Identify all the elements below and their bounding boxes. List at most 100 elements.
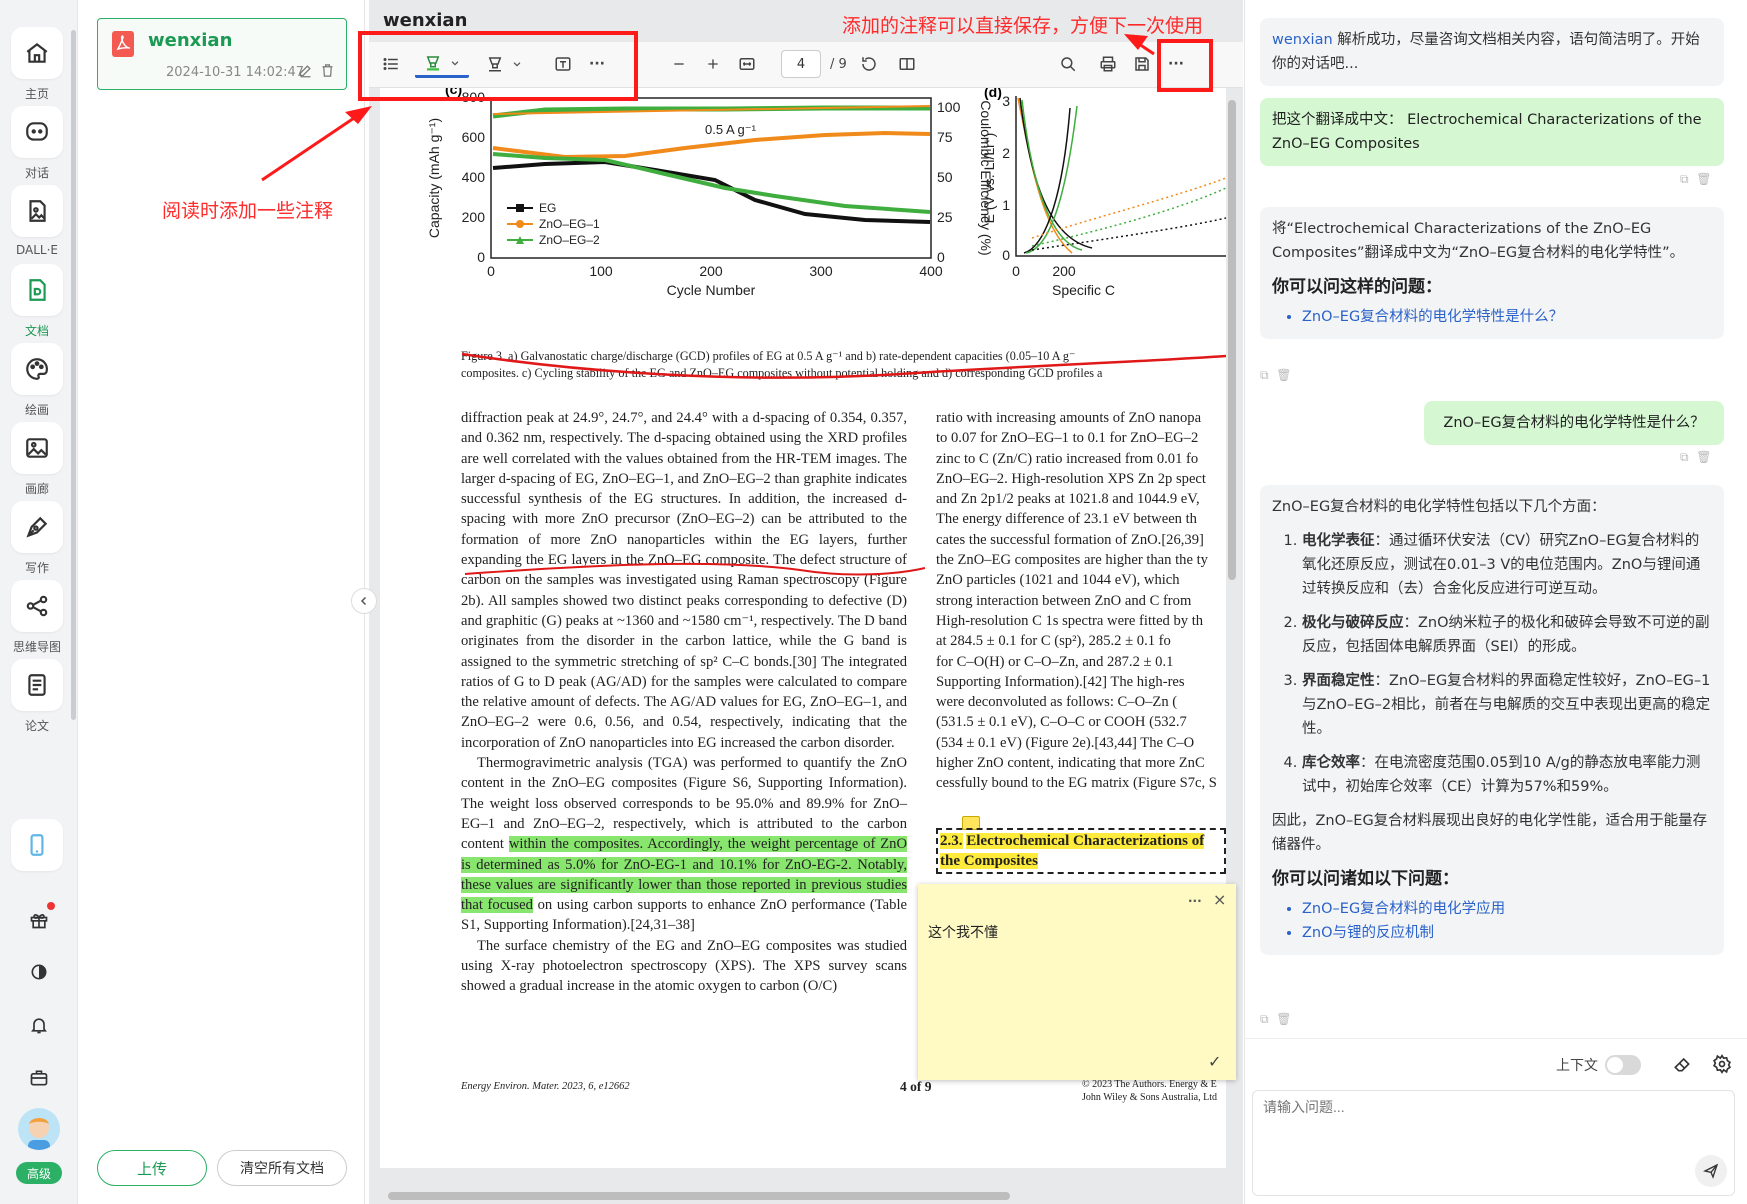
- clear-chat-button[interactable]: [1672, 1054, 1692, 1078]
- mindmap-icon: [11, 580, 63, 632]
- sidebar-item-home[interactable]: 主页: [0, 27, 74, 102]
- collapse-panel-button[interactable]: [351, 588, 377, 614]
- bell-icon[interactable]: [25, 1011, 53, 1039]
- fit-width-button[interactable]: [733, 50, 761, 78]
- minus-icon: [674, 63, 684, 65]
- sidebar-item-dalle[interactable]: DALL·E: [0, 185, 74, 257]
- ai-message: ZnO–EG复合材料的电化学特性包括以下几个方面： 电化学表征：通过循环伏安法（…: [1260, 485, 1724, 955]
- app-sidebar: 主页 对话 DALL·E 文档 绘画 画廊 写作 思维导图 论文 高级: [0, 0, 78, 1204]
- user-message: ZnO–EG复合材料的电化学特性是什么？: [1424, 401, 1724, 445]
- pdf-vertical-scrollbar[interactable]: [1228, 100, 1236, 580]
- settings-button[interactable]: [1712, 1054, 1732, 1078]
- sidebar-item-painting[interactable]: 绘画: [0, 343, 74, 418]
- delete-icon[interactable]: 🗑: [1696, 172, 1711, 186]
- briefcase-icon[interactable]: [25, 1064, 53, 1092]
- divider: [1244, 1038, 1747, 1039]
- document-name: wenxian: [148, 30, 233, 51]
- copy-icon[interactable]: ⧉: [1260, 368, 1269, 382]
- theme-icon[interactable]: [25, 958, 53, 986]
- sidebar-item-label: 主页: [24, 87, 49, 101]
- answer-item: 库仑效率：在电流密度范围0.05到10 A/g的静态放电率能力测试中，初始库仑效…: [1302, 751, 1712, 799]
- gift-icon[interactable]: [25, 902, 55, 934]
- avatar[interactable]: [18, 1108, 60, 1150]
- chat-icon: [11, 106, 63, 158]
- delete-icon[interactable]: 🗑: [1696, 450, 1711, 464]
- suggested-question-link[interactable]: ZnO–EG复合材料的电化学特性是什么？: [1302, 305, 1712, 329]
- sidebar-item-chat[interactable]: 对话: [0, 106, 74, 181]
- answer-item-title: 极化与破碎反应: [1302, 615, 1404, 631]
- chat-input-box: [1252, 1090, 1735, 1196]
- upload-button[interactable]: 上传: [97, 1150, 207, 1186]
- zoom-out-button[interactable]: [665, 50, 693, 78]
- page-number-input[interactable]: 4: [781, 50, 821, 78]
- gallery-icon: [11, 422, 63, 474]
- edit-icon[interactable]: [298, 63, 313, 82]
- freehand-underline-annotation[interactable]: [461, 352, 1226, 379]
- save-hint-annotation: 添加的注释可以直接保存，方便下一次使用: [842, 15, 1204, 37]
- print-button[interactable]: [1094, 50, 1122, 78]
- note-confirm-button[interactable]: ✓: [1208, 1052, 1221, 1071]
- page-layout-button[interactable]: [893, 50, 921, 78]
- save-callout-box: [1157, 39, 1213, 92]
- note-text-field[interactable]: 这个我不懂: [928, 922, 998, 942]
- suggested-question-link[interactable]: ZnO–EG复合材料的电化学应用: [1302, 897, 1712, 921]
- fit-width-icon: [739, 58, 755, 70]
- sidebar-item-label: 思维导图: [12, 640, 61, 654]
- send-button[interactable]: [1695, 1155, 1727, 1187]
- document-card[interactable]: wenxian 2024-10-31 14:02:47: [97, 18, 347, 90]
- answer-item: 界面稳定性：ZnO–EG复合材料的界面稳定性较好，ZnO–EG–1与ZnO–EG…: [1302, 669, 1712, 741]
- sidebar-item-gallery[interactable]: 画廊: [0, 422, 74, 497]
- document-link[interactable]: wenxian: [1272, 32, 1333, 48]
- message-text: 解析成功，尽量咨询文档相关内容，语句简洁明了。开始你的对话吧...: [1272, 32, 1700, 72]
- message-actions: ⧉ 🗑: [1260, 368, 1291, 383]
- message-text: 将“Electrochemical Characterizations of t…: [1272, 221, 1685, 261]
- page-layout-icon: [899, 58, 915, 70]
- rotate-button[interactable]: [855, 50, 883, 78]
- copy-icon[interactable]: ⧉: [1680, 450, 1689, 464]
- note-close-button[interactable]: ×: [1213, 890, 1226, 909]
- sidebar-item-label: DALL·E: [15, 243, 58, 257]
- pdf-file-icon: [112, 31, 134, 57]
- toolbar-callout-box: [358, 31, 638, 101]
- delete-icon[interactable]: 🗑: [1276, 1012, 1291, 1026]
- send-icon: [1703, 1163, 1719, 1179]
- zoom-in-button[interactable]: [699, 50, 727, 78]
- home-icon: [11, 27, 63, 79]
- chat-input[interactable]: [1263, 1099, 1683, 1115]
- freehand-underline-annotation[interactable]: [464, 562, 926, 576]
- pen-icon: [11, 501, 63, 553]
- answer-item-text: ：在电流密度范围0.05到10 A/g的静态放电率能力测试中，初始库仑效率（CE…: [1302, 755, 1701, 795]
- answer-item: 电化学表征：通过循环伏安法（CV）研究ZnO–EG复合材料的氧化还原反应，测试在…: [1302, 529, 1712, 601]
- viewer-title: wenxian: [383, 10, 468, 31]
- message-text: 因此，ZnO–EG复合材料展现出良好的电化学性能，适合用于能量存储器件。: [1272, 813, 1708, 853]
- delete-icon[interactable]: [320, 63, 335, 82]
- annotation-hint-label: 阅读时添加一些注释: [162, 200, 334, 222]
- mobile-icon: [11, 819, 63, 871]
- answer-item-title: 电化学表征: [1302, 533, 1375, 549]
- sidebar-item-documents[interactable]: 文档: [0, 264, 74, 339]
- answer-item: 极化与破碎反应：ZnO纳米粒子的极化和破碎会导致不可逆的副反应，包括固体电解质界…: [1302, 611, 1712, 659]
- plus-icon: [708, 59, 718, 69]
- context-toggle[interactable]: [1605, 1055, 1641, 1075]
- sticky-note-popup[interactable]: ··· × 这个我不懂 ✓: [918, 884, 1236, 1080]
- note-more-button[interactable]: ···: [1188, 894, 1202, 908]
- suggestion-heading: 你可以问这样的问题：: [1272, 277, 1442, 297]
- context-label: 上下文: [1556, 1058, 1598, 1074]
- sidebar-item-writing[interactable]: 写作: [0, 501, 74, 576]
- message-actions: ⧉ 🗑: [1680, 172, 1711, 187]
- gear-icon: [1713, 1054, 1731, 1074]
- delete-icon[interactable]: 🗑: [1276, 368, 1291, 382]
- suggested-question-link[interactable]: ZnO与锂的反应机制: [1302, 921, 1712, 945]
- save-icon: [1135, 57, 1149, 71]
- copy-icon[interactable]: ⧉: [1680, 172, 1689, 186]
- sidebar-item-mindmap[interactable]: 思维导图: [0, 580, 74, 655]
- search-button[interactable]: [1054, 50, 1082, 78]
- document-list-panel: wenxian 2024-10-31 14:02:47 上传 清空所有文档: [79, 0, 365, 1204]
- save-button[interactable]: [1128, 50, 1156, 78]
- sidebar-item-mobile[interactable]: [0, 819, 74, 871]
- copy-icon[interactable]: ⧉: [1260, 1012, 1269, 1026]
- palette-icon: [11, 343, 63, 395]
- pdf-horizontal-scrollbar[interactable]: [388, 1192, 1010, 1200]
- sidebar-item-paper[interactable]: 论文: [0, 659, 74, 734]
- clear-all-documents-button[interactable]: 清空所有文档: [217, 1150, 347, 1186]
